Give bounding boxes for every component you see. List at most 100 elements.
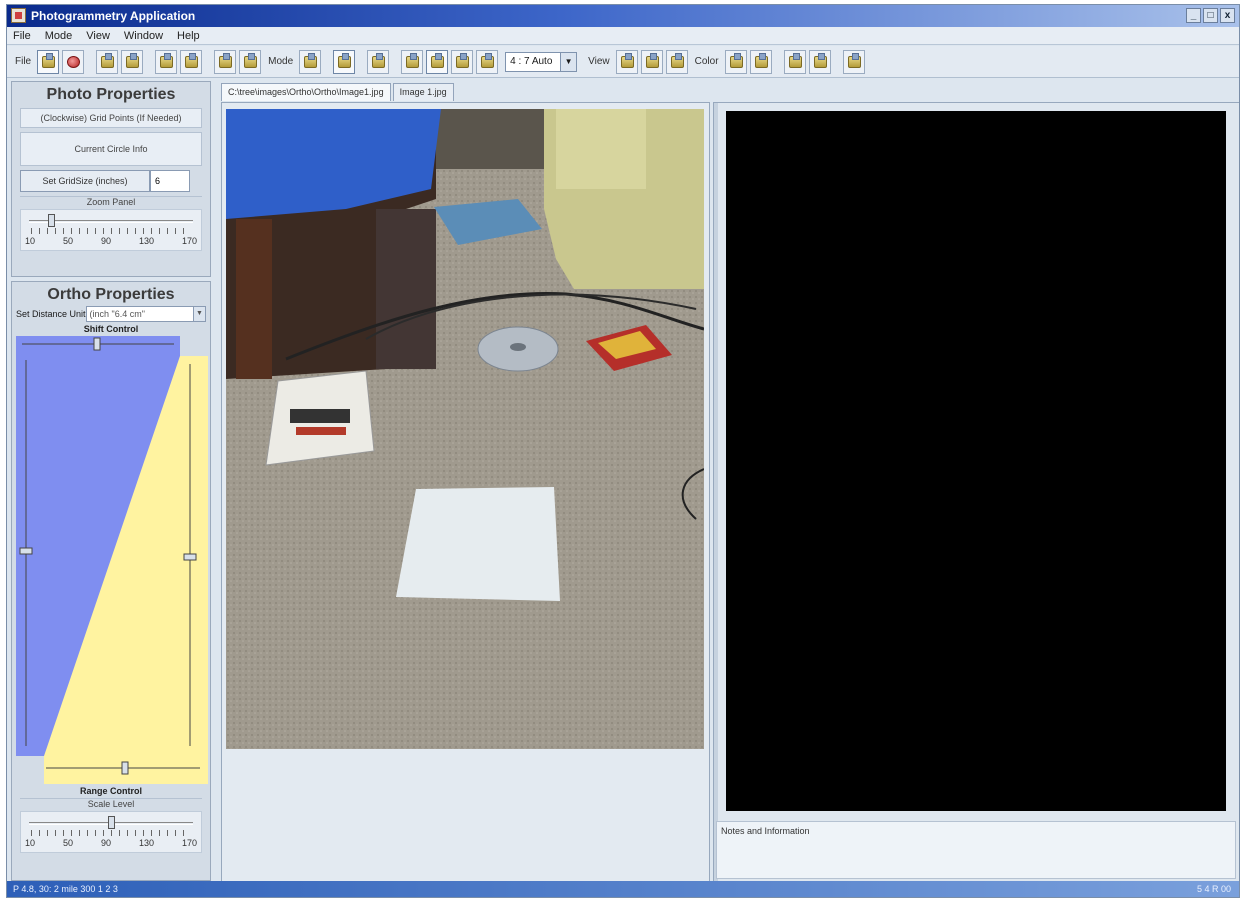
distance-unit-select[interactable]: (inch "6.4 cm" ▼ <box>85 306 206 322</box>
view-button-3[interactable] <box>665 49 688 74</box>
zoom-tick-labels: 10 50 90 130 170 <box>25 236 197 246</box>
record-button[interactable] <box>62 49 85 74</box>
maximize-button[interactable]: □ <box>1203 8 1218 23</box>
window-controls: _ □ x <box>1186 8 1235 23</box>
java-book-title <box>290 409 350 423</box>
color-button-4[interactable] <box>808 49 831 74</box>
scale-slider-knob[interactable] <box>108 816 115 829</box>
tool-button-2[interactable] <box>121 49 144 74</box>
distance-unit-row: Set Distance Unit (inch "6.4 cm" ▼ <box>16 306 206 322</box>
panel-splitter[interactable] <box>714 103 718 881</box>
mode-icon <box>456 52 470 68</box>
toolbar-color-label: Color <box>694 56 719 67</box>
tab-image1[interactable]: Image 1.jpg <box>392 83 454 101</box>
ortho-properties-panel: Ortho Properties Set Distance Unit (inch… <box>11 281 211 881</box>
color-icon <box>813 52 827 68</box>
menu-window[interactable]: Window <box>124 30 163 42</box>
ortho-graph <box>16 336 208 784</box>
shift-control-label: Shift Control <box>83 324 139 334</box>
status-left: P 4.8, 30: 2 mile 300 1 2 3 <box>13 884 118 894</box>
chevron-down-icon[interactable]: ▼ <box>193 307 205 321</box>
view-button-2[interactable] <box>640 49 663 74</box>
color-button-1[interactable] <box>724 49 747 74</box>
color-icon <box>754 52 768 68</box>
scale-tick: 130 <box>138 838 154 848</box>
tool-button-4[interactable] <box>180 49 203 74</box>
gridsize-input[interactable] <box>150 170 190 192</box>
scale-slider[interactable]: 10 50 90 130 170 <box>20 811 202 853</box>
zoom-select[interactable]: 4 : 7 Auto ▼ <box>505 51 578 72</box>
photo-properties-title: Photo Properties <box>46 86 176 103</box>
zoom-tick: 130 <box>138 236 154 246</box>
scale-tick: 90 <box>100 838 111 848</box>
mode-icon <box>338 52 352 68</box>
view-icon <box>645 52 659 68</box>
zoom-slider-knob[interactable] <box>48 214 55 227</box>
open-icon <box>42 52 56 68</box>
left-slider-knob[interactable] <box>19 547 33 555</box>
image-tabs: C:\tree\images\Ortho\Ortho\Image1.jpg Im… <box>221 83 454 101</box>
chair-shadow <box>376 209 436 369</box>
tool-button-5[interactable] <box>214 49 237 74</box>
mode-button-3[interactable] <box>367 49 390 74</box>
set-gridsize-button[interactable]: Set GridSize (inches) <box>20 170 150 192</box>
right-slider-knob[interactable] <box>183 553 197 561</box>
white-paper <box>396 487 560 601</box>
mode-icon <box>431 52 445 68</box>
tool-button-1[interactable] <box>96 49 119 74</box>
minimize-button[interactable]: _ <box>1186 8 1201 23</box>
tool-button-3[interactable] <box>155 49 178 74</box>
color-button-2[interactable] <box>749 49 772 74</box>
toolbar-mode-label: Mode <box>268 56 294 67</box>
mode-icon <box>372 52 386 68</box>
close-button[interactable]: x <box>1220 8 1235 23</box>
shift-slider-knob[interactable] <box>93 337 101 351</box>
scale-tick: 50 <box>62 838 73 848</box>
ortho-control-area[interactable] <box>16 336 208 784</box>
menu-file[interactable]: File <box>13 30 31 42</box>
zoom-tick: 90 <box>100 236 111 246</box>
right-panel: Notes and Information <box>713 102 1239 882</box>
scale-level-label: Scale Level <box>20 798 202 809</box>
zoom-tick: 50 <box>62 236 73 246</box>
notes-area[interactable]: Notes and Information <box>716 821 1236 879</box>
menu-view[interactable]: View <box>86 30 110 42</box>
mode-button-5[interactable] <box>426 49 449 74</box>
view-button-1[interactable] <box>615 49 638 74</box>
sofa-cushion <box>556 109 646 189</box>
tool-icon <box>185 52 199 68</box>
zoom-slider[interactable]: 10 50 90 130 170 <box>20 209 202 251</box>
chevron-down-icon[interactable]: ▼ <box>560 52 577 71</box>
left-panel: Photo Properties (Clockwise) Grid Points… <box>11 81 211 881</box>
mode-button-4[interactable] <box>401 49 424 74</box>
color-button-5[interactable] <box>842 49 865 74</box>
tool-icon <box>219 52 233 68</box>
notes-label: Notes and Information <box>721 826 810 836</box>
mode-button-7[interactable] <box>476 49 499 74</box>
mode-icon <box>406 52 420 68</box>
ortho-output-view[interactable] <box>726 111 1226 811</box>
photo-view[interactable] <box>226 109 704 749</box>
range-slider-knob[interactable] <box>121 761 129 775</box>
menu-mode[interactable]: Mode <box>45 30 73 42</box>
tool-icon <box>126 52 140 68</box>
tool-button-6[interactable] <box>239 49 262 74</box>
mode-button-1[interactable] <box>299 49 322 74</box>
cd-hole <box>510 343 526 351</box>
toolbar-file-label: File <box>15 56 32 67</box>
menu-help[interactable]: Help <box>177 30 200 42</box>
title-bar: Photogrammetry Application _ □ x <box>7 5 1239 27</box>
scale-tick: 170 <box>181 838 197 848</box>
view-icon <box>620 52 634 68</box>
color-button-3[interactable] <box>783 49 806 74</box>
color-icon <box>847 52 861 68</box>
scale-slider-ticks <box>31 830 191 836</box>
ortho-properties-title: Ortho Properties <box>47 286 175 303</box>
tool-icon <box>160 52 174 68</box>
open-button[interactable] <box>37 49 60 74</box>
photo-properties-panel: Photo Properties (Clockwise) Grid Points… <box>11 81 211 277</box>
tab-ortho-image[interactable]: C:\tree\images\Ortho\Ortho\Image1.jpg <box>221 83 391 101</box>
mode-button-6[interactable] <box>451 49 474 74</box>
zoom-panel-label: Zoom Panel <box>20 196 202 207</box>
mode-button-2[interactable] <box>333 49 356 74</box>
